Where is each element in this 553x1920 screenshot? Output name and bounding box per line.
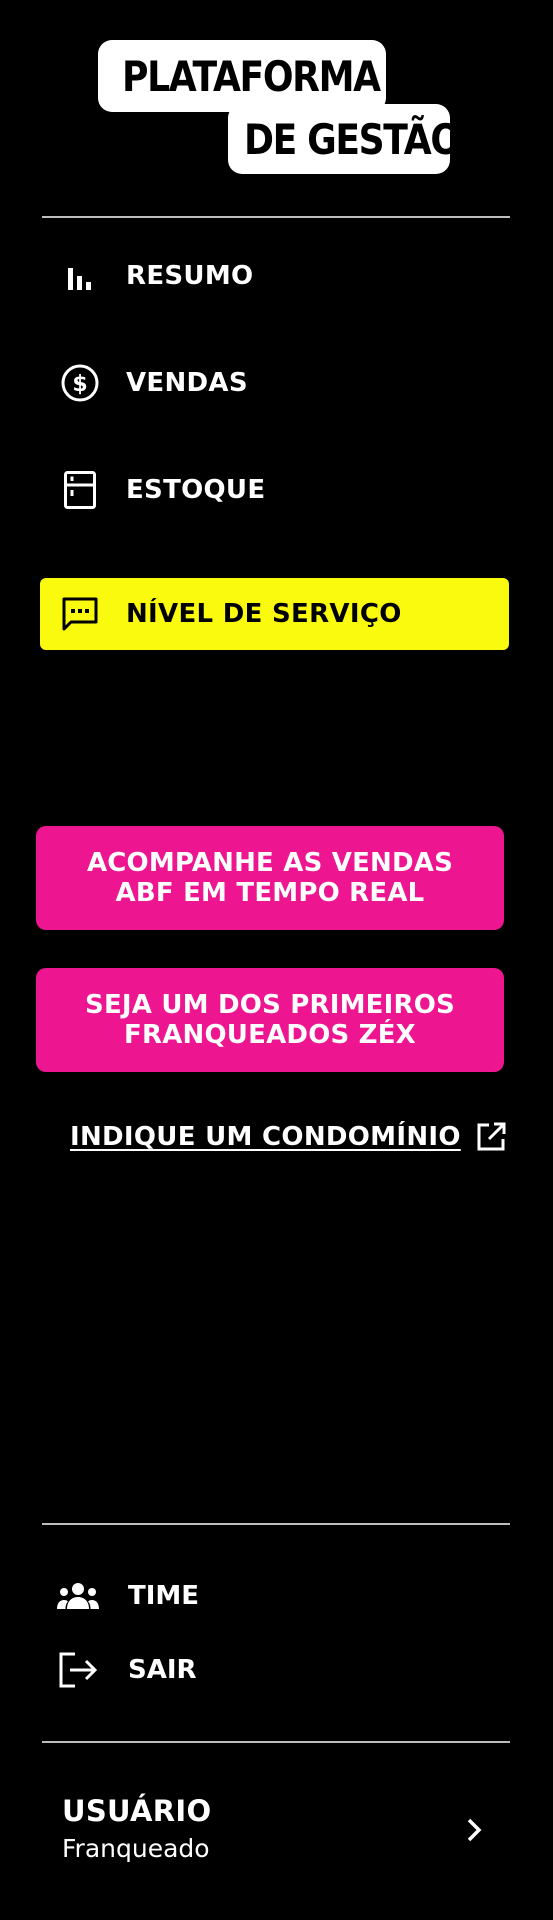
- user-divider: [42, 1741, 510, 1743]
- user-role: Franqueado: [62, 1834, 210, 1863]
- nav-item-estoque[interactable]: ESTOQUE: [40, 454, 508, 526]
- logout-label: SAIR: [128, 1655, 197, 1685]
- team-label: TIME: [128, 1581, 200, 1611]
- zex-franchise-line-1: SEJA UM DOS PRIMEIROS: [85, 990, 455, 1020]
- svg-text:$: $: [72, 372, 87, 397]
- logout-icon: [56, 1650, 100, 1690]
- external-link-icon: [475, 1121, 507, 1153]
- abf-sales-button[interactable]: ACOMPANHE AS VENDAS ABF EM TEMPO REAL: [36, 826, 504, 930]
- logout-menu-item[interactable]: SAIR: [56, 1642, 456, 1698]
- refer-condominium-label: INDIQUE UM CONDOMÍNIO: [70, 1122, 461, 1152]
- user-title: USUÁRIO: [62, 1794, 212, 1828]
- nav-label-vendas: VENDAS: [126, 368, 248, 398]
- abf-sales-line-2: ABF EM TEMPO REAL: [115, 878, 425, 908]
- nav-label-estoque: ESTOQUE: [126, 475, 266, 505]
- bottom-divider: [42, 1523, 510, 1525]
- refer-condominium-link[interactable]: INDIQUE UM CONDOMÍNIO: [70, 1112, 507, 1162]
- nav-item-nivel-de-servico[interactable]: NÍVEL DE SERVIÇO: [40, 578, 509, 650]
- team-menu-item[interactable]: TIME: [56, 1568, 456, 1624]
- nav-item-vendas[interactable]: $ VENDAS: [40, 347, 508, 419]
- chat-dots-icon: [60, 594, 100, 634]
- nav-item-resumo[interactable]: RESUMO: [40, 240, 508, 312]
- group-icon: [56, 1576, 100, 1616]
- zex-franchise-line-2: FRANQUEADOS ZÉX: [124, 1020, 416, 1050]
- fridge-icon: [60, 470, 100, 510]
- top-divider: [42, 216, 510, 218]
- chevron-right-icon: [458, 1814, 490, 1846]
- nav-label-resumo: RESUMO: [126, 261, 254, 291]
- user-profile-item[interactable]: USUÁRIO Franqueado: [42, 1790, 510, 1870]
- zex-franchise-button[interactable]: SEJA UM DOS PRIMEIROS FRANQUEADOS ZÉX: [36, 968, 504, 1072]
- abf-sales-line-1: ACOMPANHE AS VENDAS: [86, 848, 454, 878]
- dollar-circle-icon: $: [60, 363, 100, 403]
- logo: PLATAFORMA DE GESTÃO: [0, 0, 553, 190]
- nav-label-nivel-de-servico: NÍVEL DE SERVIÇO: [126, 599, 402, 629]
- logo-line-1: PLATAFORMA: [122, 52, 381, 101]
- logo-line-2: DE GESTÃO: [244, 115, 461, 164]
- bar-chart-icon: [60, 256, 100, 296]
